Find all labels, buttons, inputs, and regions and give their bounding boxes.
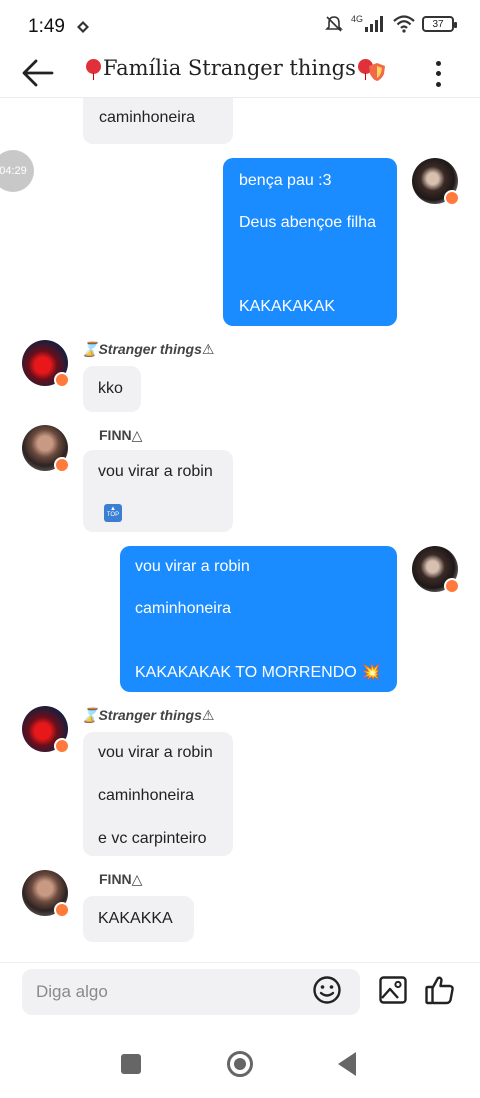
warning-triangle-glyph: ⚠ (201, 707, 215, 723)
message-text: vou virar a robin (135, 558, 250, 575)
message-bubble-outgoing[interactable]: vou virar a robin caminhoneira KAKAKAKAK… (120, 546, 397, 692)
shield-badge-icon (369, 63, 385, 81)
hourglass-glyph: ⌛ (81, 341, 99, 357)
message-text: vou virar a robin (98, 463, 213, 480)
message-text: Deus abençoe filha (239, 214, 376, 231)
message-bubble-incoming[interactable]: kko (83, 366, 141, 412)
message-bubble-incoming[interactable]: KAKAKKA (83, 896, 194, 942)
group-title[interactable]: Família Stranger things (86, 56, 373, 80)
signal-diamond-icon (77, 21, 89, 33)
message-text: ▲ TOP (98, 501, 218, 523)
message-text (135, 640, 382, 662)
status-time: 1:49 (28, 16, 65, 37)
wifi-icon (393, 15, 415, 33)
chat-header: Família Stranger things (0, 48, 480, 98)
cell-signal-icon (365, 16, 383, 32)
message-list[interactable]: caminhoneira 04:29 bença pau :3 Deus abe… (0, 98, 480, 960)
message-text (239, 254, 381, 296)
message-text: e vc carpinteiro (98, 830, 207, 847)
more-options-button[interactable] (428, 58, 448, 90)
avatar[interactable] (412, 158, 460, 206)
image-icon[interactable] (378, 975, 408, 1005)
home-icon[interactable] (227, 1051, 253, 1077)
message-input-container[interactable] (22, 969, 360, 1015)
hourglass-glyph: ⌛ (81, 707, 99, 723)
sender-name-text: Stranger things (98, 341, 202, 357)
mute-bell-icon (325, 16, 343, 32)
sender-name: ⌛Stranger things⚠ (81, 707, 214, 724)
message-text: bença pau :3 (239, 172, 332, 189)
status-icons: 4G 37 (324, 14, 457, 34)
group-title-text: Família Stranger things (103, 56, 356, 80)
avatar[interactable] (22, 870, 70, 918)
message-text: vou virar a robin (98, 744, 213, 761)
message-input[interactable] (22, 969, 292, 1015)
avatar[interactable] (22, 425, 70, 473)
composer-bar (0, 962, 480, 1022)
emoji-icon[interactable] (312, 975, 342, 1005)
sender-name-text: Stranger things (98, 707, 202, 723)
sender-name-text: FINN (99, 427, 132, 443)
message-text: KAKAKAKAK (239, 298, 336, 315)
thumbs-up-icon[interactable] (424, 974, 456, 1006)
warning-triangle-glyph: ⚠ (201, 341, 215, 357)
sender-name: FINN△ (99, 427, 142, 444)
message-bubble-incoming[interactable]: vou virar a robin caminhoneira e vc carp… (83, 732, 233, 856)
triangle-glyph: △ (131, 871, 143, 887)
message-text: KAKAKKA (98, 910, 173, 927)
avatar[interactable] (22, 340, 70, 388)
message-text: KAKAKAKAK TO MORRENDO 💥 (135, 664, 382, 681)
avatar[interactable] (22, 706, 70, 754)
battery-level: 37 (432, 18, 444, 30)
message-text: kko (98, 380, 123, 397)
message-text: caminhoneira (135, 600, 232, 617)
sender-name: ⌛Stranger things⚠ (81, 341, 214, 358)
network-type: 4G (350, 14, 363, 24)
system-nav-bar (0, 1030, 480, 1098)
status-bar: 1:49 4G 37 (0, 0, 480, 52)
nav-back-icon[interactable] (338, 1052, 356, 1076)
message-text: caminhoneira (98, 787, 195, 804)
sender-name: FINN△ (99, 871, 142, 888)
sender-name-text: FINN (99, 871, 132, 887)
time-marker: 04:29 (0, 150, 34, 192)
message-bubble-incoming[interactable]: caminhoneira (83, 98, 233, 144)
triangle-glyph: △ (131, 427, 143, 443)
avatar[interactable] (412, 546, 460, 594)
recent-apps-icon[interactable] (121, 1054, 141, 1074)
message-bubble-outgoing[interactable]: bença pau :3 Deus abençoe filha KAKAKAKA… (223, 158, 397, 326)
message-text: caminhoneira (99, 109, 196, 126)
battery-icon: 37 (422, 16, 457, 32)
back-arrow-icon[interactable] (20, 58, 56, 88)
message-bubble-incoming[interactable]: vou virar a robin ▲ TOP (83, 450, 233, 532)
top-arrow-icon: ▲ TOP (104, 504, 122, 522)
balloon-icon (86, 58, 101, 80)
